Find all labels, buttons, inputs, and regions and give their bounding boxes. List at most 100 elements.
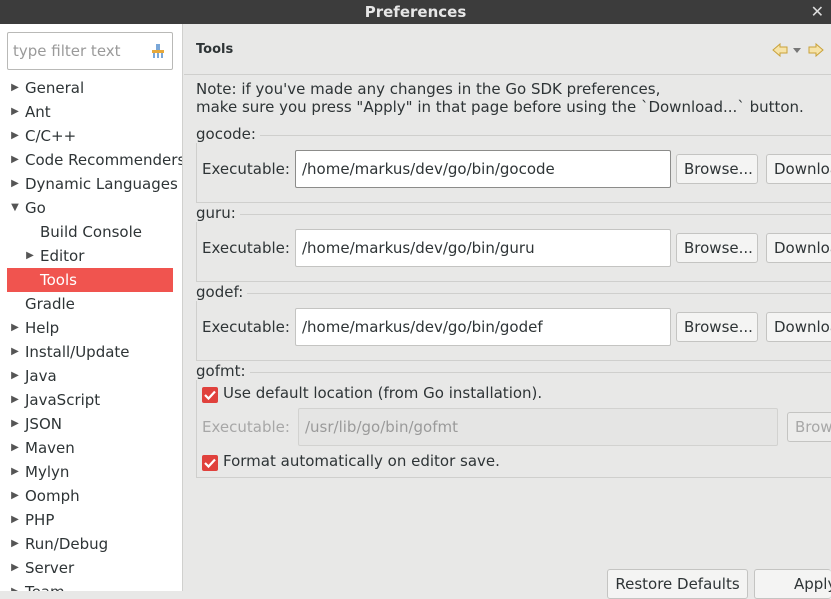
- tree-item-code-recommenders[interactable]: ▶ Code Recommenders: [0, 148, 183, 172]
- title-bar: Preferences ✕: [0, 0, 831, 24]
- apply-button[interactable]: Apply: [754, 569, 831, 599]
- tree-item-json[interactable]: ▶ JSON: [0, 412, 182, 436]
- tree-item-label: JavaScript: [25, 391, 101, 409]
- tree-item-java[interactable]: ▶ Java: [0, 364, 182, 388]
- executable-label: Executable:: [202, 418, 290, 436]
- checkmark-icon: [204, 390, 216, 401]
- filter-box[interactable]: [7, 32, 173, 70]
- tree-item-ant[interactable]: ▶ Ant: [0, 100, 182, 124]
- tree-item-run-debug[interactable]: ▶ Run/Debug: [0, 532, 182, 556]
- chevron-right-icon[interactable]: ▶: [9, 124, 21, 148]
- tree-item-help[interactable]: ▶ Help: [0, 316, 182, 340]
- chevron-right-icon[interactable]: ▶: [9, 484, 21, 508]
- preferences-tree: ▶ General ▶ Ant ▶ C/C++ ▶ Code Recommenders ▶ Dyn…: [0, 76, 183, 591]
- chevron-right-icon[interactable]: ▶: [9, 100, 21, 124]
- tree-item-label: Dynamic Languages: [25, 175, 178, 193]
- chevron-right-icon[interactable]: ▶: [9, 364, 21, 388]
- gofmt-executable-field: /usr/lib/go/bin/gofmt: [298, 408, 778, 446]
- tree-item-dynamic-languages[interactable]: ▶ Dynamic Languages: [0, 172, 182, 196]
- chevron-right-icon[interactable]: ▶: [9, 436, 21, 460]
- clear-filter-icon[interactable]: [150, 43, 166, 59]
- chevron-right-icon[interactable]: ▶: [24, 244, 36, 268]
- window-title: Preferences: [364, 3, 467, 21]
- godef-browse-button[interactable]: Browse...: [676, 312, 758, 342]
- chevron-right-icon[interactable]: ▶: [9, 508, 21, 532]
- guru-group-title: guru:: [196, 204, 240, 222]
- tree-item-label: Run/Debug: [25, 535, 109, 553]
- executable-label: Executable:: [202, 239, 290, 257]
- tree-item-label: PHP: [25, 511, 55, 529]
- chevron-right-icon[interactable]: ▶: [9, 412, 21, 436]
- chevron-right-icon[interactable]: ▶: [9, 388, 21, 412]
- tree-item-label: Gradle: [25, 295, 75, 313]
- restore-defaults-button[interactable]: Restore Defaults: [607, 569, 748, 599]
- guru-download-button[interactable]: Download...: [766, 233, 831, 263]
- filter-input[interactable]: [13, 42, 143, 60]
- chevron-down-icon[interactable]: ▼: [9, 196, 21, 220]
- tree-item-label: Oomph: [25, 487, 80, 505]
- tree-item-php[interactable]: ▶ PHP: [0, 508, 182, 532]
- tree-item-label: Java: [25, 367, 57, 385]
- chevron-right-icon[interactable]: ▶: [9, 580, 21, 591]
- format-on-save-checkbox[interactable]: [202, 455, 218, 471]
- tree-item-mylyn[interactable]: ▶ Mylyn: [0, 460, 182, 484]
- chevron-right-icon[interactable]: ▶: [9, 76, 21, 100]
- gocode-executable-field[interactable]: /home/markus/dev/go/bin/gocode: [295, 150, 671, 188]
- forward-arrow-icon[interactable]: [808, 42, 824, 58]
- tree-item-team[interactable]: ▶ Team: [0, 580, 182, 591]
- tree-item-editor[interactable]: ▶ Editor: [0, 244, 182, 268]
- preferences-sidebar: ▶General▶Ant▶C/C++▶Code Recommenders▶Dyn…: [0, 24, 183, 591]
- gofmt-group: gofmt: Use default location (from Go ins…: [196, 362, 831, 482]
- format-on-save-label[interactable]: Format automatically on editor save.: [223, 452, 500, 470]
- tree-item-maven[interactable]: ▶ Maven: [0, 436, 182, 460]
- godef-group: godef: Executable: /home/markus/dev/go/b…: [196, 283, 831, 363]
- chevron-right-icon[interactable]: ▶: [9, 340, 21, 364]
- use-default-location-label[interactable]: Use default location (from Go installati…: [223, 384, 542, 402]
- tree-item-label: Ant: [25, 103, 51, 121]
- tree-item-label: Install/Update: [25, 343, 130, 361]
- gofmt-browse-button: Browse...: [787, 412, 831, 442]
- gocode-group: gocode: Executable: /home/markus/dev/go/…: [196, 125, 831, 205]
- guru-executable-field[interactable]: /home/markus/dev/go/bin/guru: [295, 229, 671, 267]
- chevron-right-icon[interactable]: ▶: [9, 148, 21, 172]
- back-menu-chevron-down-icon[interactable]: [793, 48, 801, 53]
- godef-download-button[interactable]: Download...: [766, 312, 831, 342]
- tree-item-build-console[interactable]: Build Console: [0, 220, 182, 244]
- tree-item-label: Team: [25, 580, 65, 591]
- tree-item-label: Server: [25, 559, 75, 577]
- guru-browse-button[interactable]: Browse...: [676, 233, 758, 263]
- guru-group: guru: Executable: /home/markus/dev/go/bi…: [196, 204, 831, 284]
- executable-label: Executable:: [202, 318, 290, 336]
- godef-executable-field[interactable]: /home/markus/dev/go/bin/godef: [295, 308, 671, 346]
- close-icon[interactable]: ✕: [811, 2, 824, 21]
- tree-item-c-c-[interactable]: ▶ C/C++: [0, 124, 182, 148]
- tree-item-oomph[interactable]: ▶ Oomph: [0, 484, 182, 508]
- tree-item-tools[interactable]: Tools: [7, 268, 173, 292]
- preference-page: Tools Note: if you've made any changes i…: [184, 24, 831, 599]
- tree-item-label: Tools: [40, 271, 77, 289]
- chevron-right-icon[interactable]: ▶: [9, 532, 21, 556]
- gocode-download-button[interactable]: Download...: [766, 154, 831, 184]
- tree-item-label: Help: [25, 319, 60, 337]
- chevron-right-icon[interactable]: ▶: [9, 556, 21, 580]
- note-line-1: Note: if you've made any changes in the …: [196, 80, 661, 98]
- tree-item-go[interactable]: ▼ Go: [0, 196, 182, 220]
- tree-item-label: General: [25, 79, 85, 97]
- godef-group-title: godef:: [196, 283, 248, 301]
- chevron-right-icon[interactable]: ▶: [9, 460, 21, 484]
- note-text: Note: if you've made any changes in the …: [196, 80, 804, 116]
- use-default-location-checkbox[interactable]: [202, 387, 218, 403]
- gocode-browse-button[interactable]: Browse...: [676, 154, 758, 184]
- chevron-right-icon[interactable]: ▶: [9, 172, 21, 196]
- tree-item-gradle[interactable]: Gradle: [0, 292, 182, 316]
- back-arrow-icon[interactable]: [772, 42, 788, 58]
- page-title: Tools: [196, 42, 234, 57]
- tree-item-javascript[interactable]: ▶ JavaScript: [0, 388, 182, 412]
- chevron-right-icon[interactable]: ▶: [9, 316, 21, 340]
- tree-item-general[interactable]: ▶ General: [0, 76, 182, 100]
- tree-item-label: Code Recommenders: [25, 151, 183, 169]
- tree-item-server[interactable]: ▶ Server: [0, 556, 182, 580]
- tree-item-install-update[interactable]: ▶ Install/Update: [0, 340, 182, 364]
- gofmt-group-title: gofmt:: [196, 362, 250, 380]
- checkmark-icon: [204, 458, 216, 469]
